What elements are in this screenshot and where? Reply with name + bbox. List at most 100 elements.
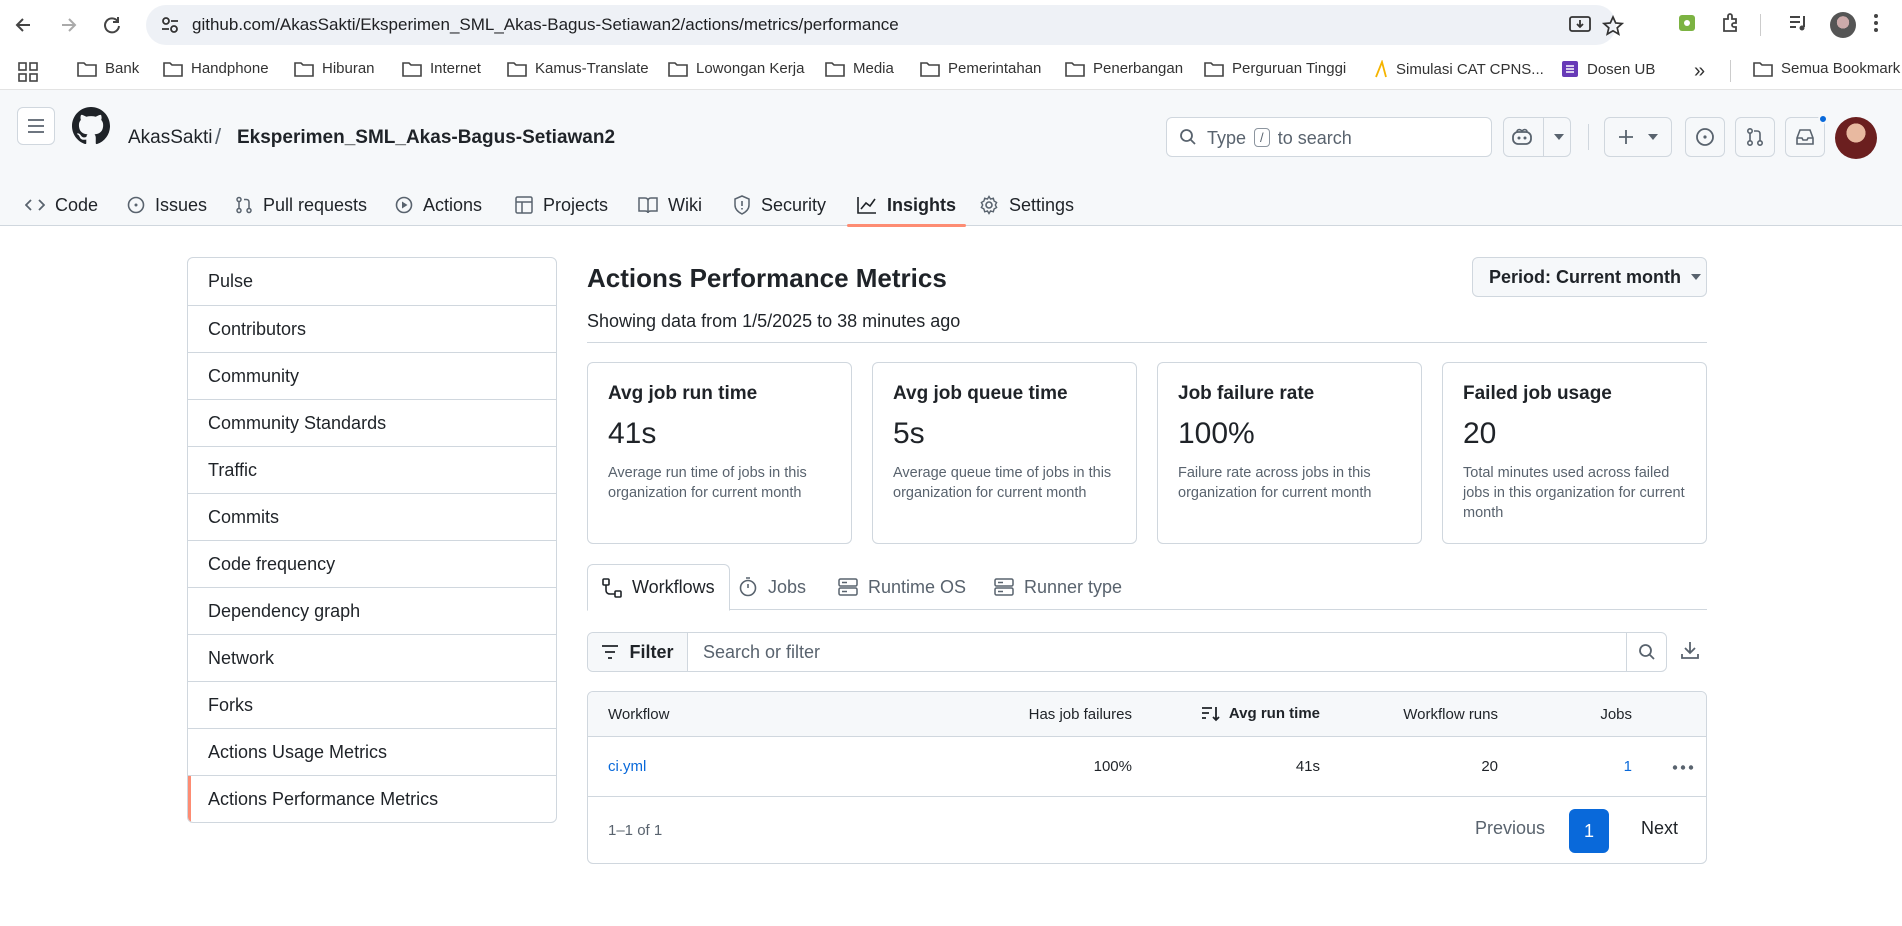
tab-security[interactable]: Security <box>733 184 826 226</box>
metric-description: Total minutes used across failed jobs in… <box>1463 465 1685 521</box>
folder-icon <box>294 61 314 77</box>
filter-search-button[interactable] <box>1626 633 1666 671</box>
bookmarks-bar: Bank Handphone Hiburan Internet Kamus-Tr… <box>0 50 1902 90</box>
tab-jobs[interactable]: Jobs <box>724 564 820 610</box>
metric-title: Job failure rate <box>1178 383 1315 404</box>
next-page-button[interactable]: Next <box>1641 818 1678 839</box>
sidebar-item-pulse[interactable]: Pulse <box>188 258 556 305</box>
copilot-button[interactable] <box>1503 117 1571 157</box>
forward-button[interactable] <box>54 11 82 39</box>
menu-dots-icon[interactable] <box>1872 12 1880 34</box>
tab-wiki[interactable]: Wiki <box>638 184 702 226</box>
tab-insights[interactable]: Insights <box>846 184 967 227</box>
sidebar-item-actions-usage-metrics[interactable]: Actions Usage Metrics <box>188 728 556 775</box>
code-icon <box>25 199 45 211</box>
url-text[interactable]: github.com/AkasSakti/Eksperimen_SML_Akas… <box>192 15 899 35</box>
column-header-avg-run-time[interactable]: Avg run time <box>1201 705 1320 722</box>
sidebar-item-community-standards[interactable]: Community Standards <box>188 399 556 446</box>
sidebar-item-actions-performance-metrics[interactable]: Actions Performance Metrics <box>188 775 556 822</box>
tab-code[interactable]: Code <box>25 184 98 226</box>
tab-label: Workflows <box>632 577 715 597</box>
insights-sidebar: Pulse Contributors Community Community S… <box>187 257 557 823</box>
repo-name-link[interactable]: Eksperimen_SML_Akas-Bagus-Setiawan2 <box>237 127 615 149</box>
extension-green-icon[interactable] <box>1677 12 1697 34</box>
bookmark-link[interactable]: Dosen UB <box>1561 60 1655 78</box>
pull-requests-button[interactable] <box>1735 117 1775 157</box>
column-header-workflow[interactable]: Workflow <box>608 706 669 723</box>
inbox-icon <box>1796 129 1814 145</box>
column-header-workflow-runs[interactable]: Workflow runs <box>1403 706 1498 723</box>
header-divider <box>587 342 1707 343</box>
bookmark-link[interactable]: Simulasi CAT CPNS... <box>1374 60 1544 78</box>
sidebar-item-dependency-graph[interactable]: Dependency graph <box>188 587 556 634</box>
bookmark-folder[interactable]: Lowongan Kerja <box>668 60 804 77</box>
period-select[interactable]: Period: Current month <box>1472 257 1707 297</box>
arrow-left-icon <box>15 18 30 32</box>
folder-icon <box>1753 61 1773 77</box>
sidebar-item-forks[interactable]: Forks <box>188 681 556 728</box>
repo-owner-link[interactable]: AkasSakti <box>128 127 212 149</box>
reload-button[interactable] <box>98 11 126 39</box>
tab-actions[interactable]: Actions <box>395 184 482 226</box>
bookmark-label: Penerbangan <box>1093 60 1184 77</box>
cell-workflow-runs: 20 <box>1481 758 1498 775</box>
bookmarks-overflow-button[interactable]: » <box>1694 60 1705 83</box>
address-bar[interactable]: github.com/AkasSakti/Eksperimen_SML_Akas… <box>146 5 1624 45</box>
all-bookmarks-button[interactable]: Semua Bookmark <box>1753 60 1900 77</box>
filter-search-input[interactable] <box>688 633 1626 671</box>
bookmark-folder[interactable]: Bank <box>77 60 139 77</box>
bookmark-folder[interactable]: Pemerintahan <box>920 60 1041 77</box>
media-control-icon[interactable] <box>1787 12 1809 34</box>
tab-projects[interactable]: Projects <box>515 184 608 226</box>
download-button[interactable] <box>1680 640 1700 660</box>
bookmark-folder[interactable]: Perguruan Tinggi <box>1204 60 1346 77</box>
tab-settings[interactable]: Settings <box>979 184 1074 226</box>
inbox-button[interactable] <box>1785 114 1828 157</box>
sidebar-item-traffic[interactable]: Traffic <box>188 446 556 493</box>
extensions-puzzle-icon[interactable] <box>1720 12 1742 34</box>
issues-button[interactable] <box>1685 117 1725 157</box>
sidebar-item-network[interactable]: Network <box>188 634 556 681</box>
sidebar-item-commits[interactable]: Commits <box>188 493 556 540</box>
site-settings-icon <box>162 17 178 33</box>
tab-pull-requests[interactable]: Pull requests <box>235 184 367 226</box>
metric-title: Failed job usage <box>1463 383 1612 404</box>
bookmark-label: Media <box>853 60 894 77</box>
column-label: Avg run time <box>1228 705 1320 722</box>
tab-runner-type[interactable]: Runner type <box>980 564 1136 610</box>
bookmark-folder[interactable]: Handphone <box>163 60 269 77</box>
tab-workflows[interactable]: Workflows <box>587 564 730 611</box>
apps-grid-icon[interactable] <box>18 62 38 82</box>
bookmark-folder[interactable]: Penerbangan <box>1065 60 1183 77</box>
sidebar-item-code-frequency[interactable]: Code frequency <box>188 540 556 587</box>
sidebar-item-contributors[interactable]: Contributors <box>188 305 556 352</box>
jobs-count-link[interactable]: 1 <box>1624 758 1632 775</box>
kebab-horizontal-icon[interactable] <box>1672 765 1694 770</box>
table-header: Workflow Has job failures Avg run time W… <box>588 692 1706 737</box>
sidebar-item-community[interactable]: Community <box>188 352 556 399</box>
profile-avatar[interactable] <box>1830 12 1856 38</box>
column-header-has-job-failures[interactable]: Has job failures <box>1029 706 1132 723</box>
bookmark-folder[interactable]: Hiburan <box>294 60 375 77</box>
current-page-button[interactable]: 1 <box>1569 809 1609 853</box>
folder-icon <box>1065 61 1085 77</box>
tab-runtime-os[interactable]: Runtime OS <box>824 564 980 610</box>
filter-button[interactable]: Filter <box>588 633 688 671</box>
bookmark-label: Dosen UB <box>1587 60 1656 78</box>
user-avatar[interactable] <box>1835 117 1877 159</box>
hamburger-menu-button[interactable] <box>17 107 55 145</box>
github-logo-icon[interactable] <box>72 107 110 145</box>
create-new-button[interactable] <box>1604 117 1672 157</box>
search-hint: Type / to search <box>1207 128 1352 148</box>
bookmark-folder[interactable]: Kamus-Translate <box>507 60 649 77</box>
back-button[interactable] <box>10 11 38 39</box>
previous-page-button[interactable]: Previous <box>1475 818 1545 839</box>
column-header-jobs[interactable]: Jobs <box>1600 706 1632 723</box>
bookmark-folder[interactable]: Media <box>825 60 894 77</box>
header-divider <box>1588 124 1589 150</box>
bookmark-folder[interactable]: Internet <box>402 60 481 77</box>
folder-icon <box>77 61 97 77</box>
workflow-link[interactable]: ci.yml <box>608 758 646 775</box>
tab-issues[interactable]: Issues <box>127 184 207 226</box>
global-search-input[interactable]: Type / to search <box>1166 117 1492 157</box>
